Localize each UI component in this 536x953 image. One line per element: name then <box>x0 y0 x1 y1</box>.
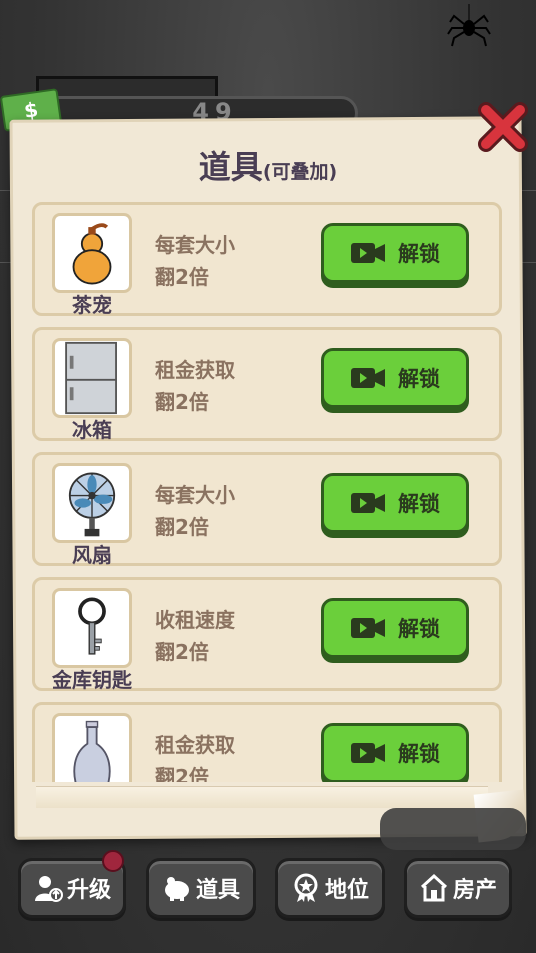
list-item: 冰箱 租金获取 翻2倍 解锁 <box>32 327 502 442</box>
item-thumbnail <box>52 338 132 418</box>
item-desc-line1: 每套大小 <box>155 483 235 507</box>
item-thumbnail <box>52 713 132 782</box>
item-list[interactable]: 茶宠 每套大小 翻2倍 解锁 冰箱 租金获取 翻2倍 解锁 风扇 每套大小 翻2… <box>32 202 502 782</box>
item-desc-line1: 每套大小 <box>155 233 235 257</box>
key-icon <box>78 597 106 655</box>
item-desc-line2: 翻2倍 <box>155 265 209 289</box>
item-name: 冰箱 <box>72 418 112 442</box>
item-desc-line1: 租金获取 <box>155 733 235 757</box>
upgrade-icon <box>34 876 63 902</box>
item-description: 每套大小 翻2倍 <box>155 229 235 293</box>
nav-items-button[interactable]: 道具 <box>146 858 256 918</box>
item-thumbnail <box>52 463 132 543</box>
tooltip-bubble <box>380 808 526 850</box>
unlock-label: 解锁 <box>398 742 440 766</box>
item-name: 茶宠 <box>72 293 112 317</box>
video-camera-icon <box>351 493 385 513</box>
item-description: 租金获取 翻2倍 <box>155 354 235 418</box>
video-camera-icon <box>351 743 385 763</box>
item-thumbnail <box>52 213 132 293</box>
item-description: 租金获取 翻2倍 <box>155 729 235 782</box>
nav-upgrade-label: 升级 <box>66 878 111 903</box>
unlock-button[interactable]: 解锁 <box>321 223 469 283</box>
unlock-button[interactable]: 解锁 <box>321 348 469 408</box>
nav-items-label: 道具 <box>195 878 240 903</box>
fan-icon <box>68 472 116 537</box>
video-camera-icon <box>351 618 385 638</box>
nav-status-button[interactable]: 地位 <box>275 858 385 918</box>
panel-title-main: 道具 <box>198 148 263 186</box>
panel-bottom-strip <box>36 786 488 808</box>
close-icon[interactable] <box>476 100 530 154</box>
panel-title-sub: (可叠加) <box>262 161 338 183</box>
unlock-label: 解锁 <box>398 367 440 391</box>
gourd-icon <box>72 223 112 285</box>
spider-icon <box>447 4 491 47</box>
video-camera-icon <box>351 368 385 388</box>
list-item: 金库钥匙 收租速度 翻2倍 解锁 <box>32 577 502 692</box>
panel-title: 道具(可叠加) <box>0 142 536 188</box>
item-desc-line1: 收租速度 <box>155 608 235 632</box>
item-thumbnail <box>52 588 132 668</box>
notification-dot <box>102 850 124 872</box>
list-item: 茶宠 每套大小 翻2倍 解锁 <box>32 202 502 317</box>
unlock-label: 解锁 <box>398 617 440 641</box>
medal-icon <box>294 873 318 902</box>
unlock-label: 解锁 <box>398 242 440 266</box>
unlock-button[interactable]: 解锁 <box>321 473 469 533</box>
nav-property-label: 房产 <box>452 878 497 903</box>
nav-status-label: 地位 <box>324 878 369 903</box>
video-camera-icon <box>351 243 385 263</box>
house-icon <box>420 873 447 902</box>
list-item: 风扇 每套大小 翻2倍 解锁 <box>32 452 502 567</box>
item-desc-line2: 翻2倍 <box>155 390 209 414</box>
piggy-icon <box>164 877 189 901</box>
unlock-button[interactable]: 解锁 <box>321 723 469 782</box>
item-name: 金库钥匙 <box>52 668 132 692</box>
item-name: 风扇 <box>72 543 112 567</box>
item-description: 收租速度 翻2倍 <box>155 604 235 668</box>
list-item: 租金获取 翻2倍 解锁 <box>32 702 502 782</box>
item-desc-line2: 翻2倍 <box>155 765 209 782</box>
fridge-icon <box>65 341 117 415</box>
nav-property-button[interactable]: 房产 <box>404 858 512 918</box>
item-desc-line2: 翻2倍 <box>155 640 209 664</box>
unlock-button[interactable]: 解锁 <box>321 598 469 658</box>
item-desc-line1: 租金获取 <box>155 358 235 382</box>
unlock-label: 解锁 <box>398 492 440 516</box>
vase-icon <box>73 720 111 782</box>
item-description: 每套大小 翻2倍 <box>155 479 235 543</box>
item-desc-line2: 翻2倍 <box>155 515 209 539</box>
